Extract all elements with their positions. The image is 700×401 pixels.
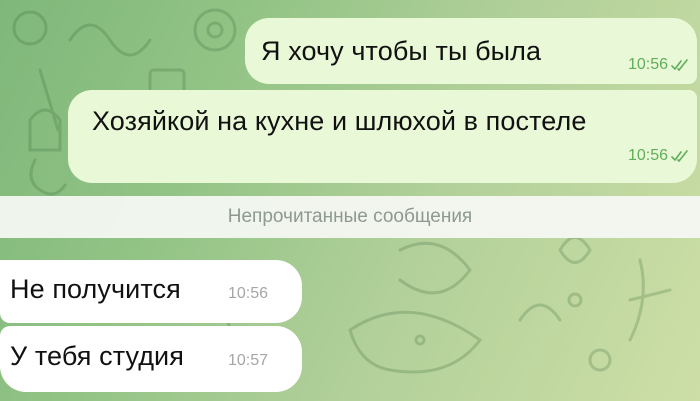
message-meta: 10:57 xyxy=(228,352,268,370)
message-bubble-incoming[interactable]: У тебя студия 10:57 xyxy=(0,326,302,392)
message-bubble-outgoing[interactable]: Я хочу чтобы ты была 10:56 xyxy=(245,18,697,84)
double-check-icon xyxy=(671,59,689,71)
message-meta: 10:56 xyxy=(628,147,689,165)
message-time: 10:56 xyxy=(627,56,668,73)
message-meta: 10:56 xyxy=(628,56,689,74)
message-time: 10:56 xyxy=(228,285,269,302)
message-text: Я хочу чтобы ты была xyxy=(261,36,542,66)
message-time: 10:57 xyxy=(228,352,269,369)
message-bubble-outgoing[interactable]: Хозяйкой на кухне и шлюхой в постеле 10:… xyxy=(68,90,697,183)
message-text: У тебя студия xyxy=(10,341,184,371)
message-text: Не получится xyxy=(10,274,181,304)
message-time: 10:56 xyxy=(627,147,668,164)
message-text: Хозяйкой на кухне и шлюхой в постеле xyxy=(92,106,587,136)
chat-view: Я хочу чтобы ты была 10:56 Хозяйкой на к… xyxy=(0,0,700,401)
message-meta: 10:56 xyxy=(228,285,268,303)
unread-messages-divider: Непрочитанные сообщения xyxy=(0,196,700,238)
double-check-icon xyxy=(671,150,689,162)
unread-divider-label: Непрочитанные сообщения xyxy=(227,206,473,227)
message-bubble-incoming[interactable]: Не получится 10:56 xyxy=(0,260,302,323)
